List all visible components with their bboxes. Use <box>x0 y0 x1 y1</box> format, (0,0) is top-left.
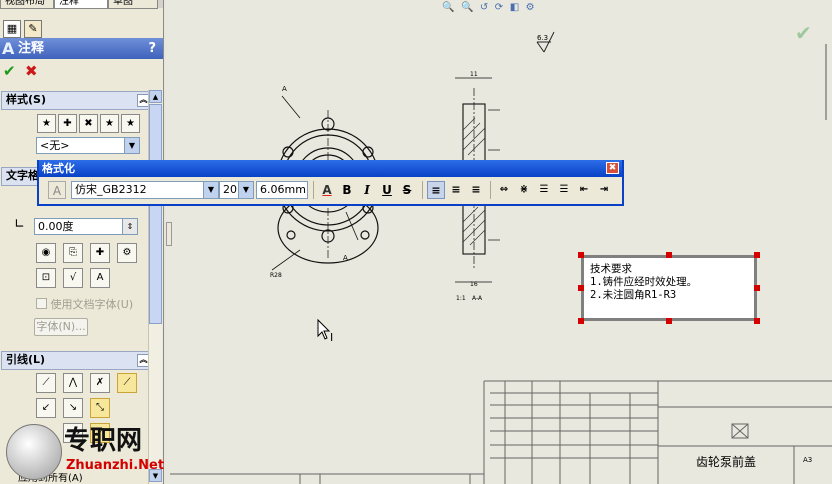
stack-icon[interactable]: ⋇ <box>515 181 533 199</box>
chevron-down-icon: ▼ <box>238 182 253 198</box>
bold-button[interactable]: B <box>338 181 356 199</box>
selection-handle[interactable] <box>754 252 760 258</box>
selection-handle[interactable] <box>754 285 760 291</box>
align-center-icon[interactable]: ≡ <box>447 181 465 199</box>
toolbar-separator <box>490 181 491 199</box>
selection-handle[interactable] <box>754 318 760 324</box>
toolbar-separator <box>422 181 423 199</box>
italic-button[interactable]: I <box>358 181 376 199</box>
toolbar-separator <box>313 181 314 199</box>
technical-requirements-note[interactable]: 技术要求 1.铸件应经时效处理。 2.未注圆角R1-R3 <box>581 255 757 321</box>
numbering-icon[interactable]: ☰ <box>555 181 573 199</box>
chevron-down-icon: ▼ <box>203 182 218 198</box>
svg-text:A: A <box>282 85 287 93</box>
font-name-value: 仿宋_GB2312 <box>75 183 147 196</box>
font-name-select[interactable]: 仿宋_GB2312 ▼ <box>71 181 219 199</box>
sheet-size: A3 <box>803 456 812 464</box>
font-color-icon[interactable]: A <box>318 181 336 199</box>
dim-top-value: 11 <box>470 71 478 78</box>
format-toolbar-title: 格式化 <box>42 162 75 175</box>
selection-handle[interactable] <box>578 252 584 258</box>
mouse-pointer-icon: I <box>317 318 333 344</box>
format-toolbar-titlebar[interactable]: 格式化 ✖ <box>39 160 622 177</box>
font-size-select[interactable]: 20 ▼ <box>219 181 254 199</box>
increase-indent-icon[interactable]: ⇥ <box>595 181 613 199</box>
strikethrough-button[interactable]: S <box>398 181 416 199</box>
selection-handle[interactable] <box>578 285 584 291</box>
selection-handle[interactable] <box>578 318 584 324</box>
font-type-icon[interactable]: A <box>48 181 66 199</box>
svg-text:A: A <box>343 254 348 262</box>
note-line: 1.铸件应经时效处理。 <box>590 276 698 288</box>
svg-text:I: I <box>330 331 333 344</box>
drawing-geometry: ✔ 6.3 A R28 A 11 16 1:1 A-A I 齿轮泵前盖 A3 <box>170 21 832 484</box>
bullets-icon[interactable]: ☰ <box>535 181 553 199</box>
section-scale: 1:1 <box>456 295 466 302</box>
watermark-url: Zhuanzhi.Net <box>66 458 165 473</box>
align-right-icon[interactable]: ≡ <box>467 181 485 199</box>
decrease-indent-icon[interactable]: ⇤ <box>575 181 593 199</box>
surface-finish-value: 6.3 <box>537 34 548 42</box>
align-left-icon[interactable]: ≡ <box>427 181 445 199</box>
dim-bottom-value: 16 <box>470 281 478 288</box>
watermark-brand: 专职网 <box>64 426 143 456</box>
text-height-input[interactable]: 6.06mm <box>256 181 308 199</box>
text-height-value: 6.06mm <box>260 183 306 196</box>
svg-text:R28: R28 <box>270 272 282 279</box>
note-line: 2.未注圆角R1-R3 <box>590 289 677 301</box>
font-size-value: 20 <box>223 183 237 196</box>
note-line: 技术要求 <box>590 263 632 275</box>
char-spacing-icon[interactable]: ⇔ <box>495 181 513 199</box>
format-toolbar: 格式化 ✖ A 仿宋_GB2312 ▼ 20 ▼ 6.06mm A B I U … <box>37 160 624 206</box>
selection-handle[interactable] <box>666 252 672 258</box>
underline-button[interactable]: U <box>378 181 396 199</box>
watermark-logo-icon <box>6 424 62 480</box>
close-icon[interactable]: ✖ <box>606 162 619 174</box>
title-block-name: 齿轮泵前盖 <box>696 454 756 469</box>
section-label: A-A <box>472 295 483 302</box>
confirm-corner-check-icon: ✔ <box>795 21 812 45</box>
selection-handle[interactable] <box>666 318 672 324</box>
